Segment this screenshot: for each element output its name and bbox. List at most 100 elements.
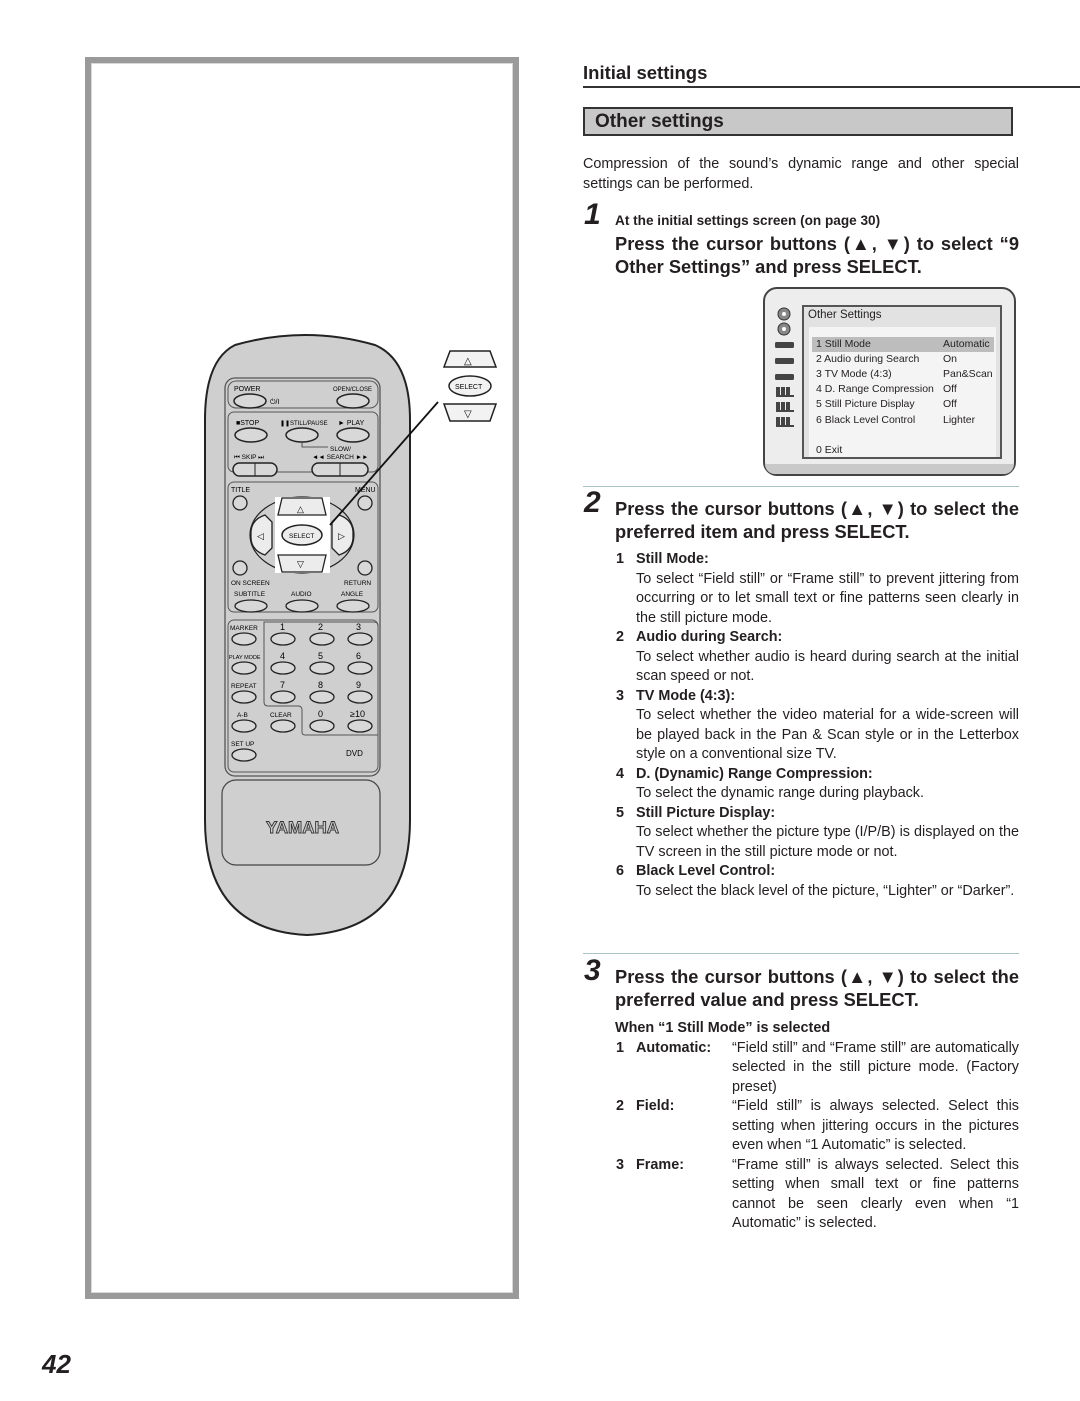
step-2-heading: Press the cursor buttons (▲, ▼) to selec… <box>615 498 1019 542</box>
on-screen-button[interactable] <box>232 560 248 576</box>
osd-row[interactable]: 4 D. Range Compression Off <box>812 382 994 397</box>
list-item: 3 Frame: “Frame still” is always selected… <box>616 1156 1019 1232</box>
digit-3-button[interactable] <box>347 632 373 646</box>
osd-row[interactable]: 3 TV Mode (4:3) Pan&Scan <box>812 367 994 382</box>
digit-9-button[interactable] <box>347 690 373 704</box>
step-1-number: 1 <box>584 198 601 231</box>
svg-text:◁: ◁ <box>257 531 264 541</box>
setup-button[interactable] <box>231 748 257 762</box>
svg-text:5: 5 <box>318 651 323 661</box>
title-label: TITLE <box>231 487 250 494</box>
open-close-label: OPEN/CLOSE <box>333 387 372 393</box>
disc-icon <box>777 307 791 321</box>
stop-button[interactable] <box>234 427 268 443</box>
clear-button[interactable] <box>270 719 296 733</box>
digit-4-button[interactable] <box>270 661 296 675</box>
page-number: 42 <box>42 1349 71 1379</box>
player-icon <box>775 342 794 348</box>
header-rule <box>583 86 1080 88</box>
brand-logo: YAMAHA <box>266 818 339 837</box>
list-item: 4 D. (Dynamic) Range Compression: To sele… <box>616 765 924 802</box>
ab-button[interactable] <box>231 719 257 733</box>
marker-label: MARKER <box>230 625 258 632</box>
osd-side-icons <box>773 305 797 440</box>
open-close-button[interactable] <box>336 393 370 409</box>
svg-text:SELECT: SELECT <box>289 533 314 540</box>
on-screen-label: ON SCREEN <box>231 580 270 587</box>
subtitle-button[interactable] <box>234 599 268 613</box>
page-title: Other settings <box>583 107 1013 136</box>
step-1-subheading: At the initial settings screen (on page … <box>615 213 881 228</box>
svg-text:≥10: ≥10 <box>350 709 365 719</box>
svg-text:6: 6 <box>356 651 361 661</box>
dvd-label: DVD <box>346 749 363 758</box>
still-pause-button[interactable] <box>285 427 319 443</box>
osd-exit[interactable]: 0 Exit <box>812 443 994 458</box>
digit-6-button[interactable] <box>347 661 373 675</box>
menu-button[interactable] <box>357 495 373 511</box>
return-label: RETURN <box>344 580 371 587</box>
list-item: 2 Field: “Field still” is always selected… <box>616 1098 1019 1153</box>
power-label: POWER <box>234 386 260 393</box>
digit-0-button[interactable] <box>309 719 335 733</box>
still-mode-values: When “1 Still Mode” is selected 1 Automat… <box>615 1019 1019 1234</box>
list-item: 2 Audio during Search: To select whether … <box>616 629 1019 684</box>
search-label: ◄◄ SEARCH ►► <box>312 454 368 461</box>
stop-label: ■STOP <box>236 420 259 427</box>
player-icon <box>775 374 794 380</box>
digit-5-button[interactable] <box>309 661 335 675</box>
speakers-icon <box>776 417 794 427</box>
clear-label: CLEAR <box>270 712 292 719</box>
digit-1-button[interactable] <box>270 632 296 646</box>
slow-label: SLOW/ <box>330 446 351 453</box>
digit-7-button[interactable] <box>270 690 296 704</box>
digit-8-button[interactable] <box>309 690 335 704</box>
play-label: ► PLAY <box>338 420 365 427</box>
ab-label: A-B <box>237 712 248 719</box>
digit-2-button[interactable] <box>309 632 335 646</box>
digit-10-button[interactable] <box>347 719 373 733</box>
list-item: 3 TV Mode (4:3): To select whether the vi… <box>616 687 1019 763</box>
audio-label: AUDIO <box>291 591 312 598</box>
play-mode-label: PLAY MODE <box>229 655 261 661</box>
repeat-button[interactable] <box>231 690 257 704</box>
power-button[interactable] <box>233 393 267 409</box>
svg-text:3: 3 <box>356 622 361 632</box>
osd-row[interactable]: 6 Black Level Control Lighter <box>812 413 994 428</box>
values-heading: When “1 Still Mode” is selected <box>615 1020 831 1036</box>
subtitle-label: SUBTITLE <box>234 591 266 598</box>
svg-text:2: 2 <box>318 622 323 632</box>
svg-text:0: 0 <box>318 709 323 719</box>
svg-text:4: 4 <box>280 651 285 661</box>
svg-text:▽: ▽ <box>464 409 472 420</box>
osd-row[interactable]: 2 Audio during Search On <box>812 352 994 367</box>
svg-text:1: 1 <box>280 622 285 632</box>
osd-row[interactable]: 5 Still Picture Display Off <box>812 397 994 412</box>
svg-text:7: 7 <box>280 680 285 690</box>
audio-button[interactable] <box>285 599 319 613</box>
power-symbol: ⏻/I <box>270 398 279 406</box>
svg-text:SELECT: SELECT <box>455 384 483 391</box>
svg-text:9: 9 <box>356 680 361 690</box>
svg-text:▷: ▷ <box>338 531 345 541</box>
step-2-number: 2 <box>584 486 601 519</box>
angle-button[interactable] <box>336 599 370 613</box>
play-mode-button[interactable] <box>231 661 257 675</box>
settings-item-list: 1 Still Mode: To select “Field still” or … <box>615 550 1019 901</box>
return-button[interactable] <box>357 560 373 576</box>
step-3-heading: Press the cursor buttons (▲, ▼) to selec… <box>615 966 1019 1010</box>
still-pause-label: ❚❚STILL/PAUSE <box>280 420 328 427</box>
intro-text: Compression of the sound’s dynamic range… <box>583 156 1019 192</box>
angle-label: ANGLE <box>341 591 364 598</box>
osd-screen: Other Settings 1 Still Mode Automatic 2 A… <box>763 287 1016 476</box>
speakers-icon <box>776 402 794 412</box>
title-button[interactable] <box>232 495 248 511</box>
step-divider <box>583 953 1019 954</box>
marker-button[interactable] <box>231 632 257 646</box>
skip-label: ⏮ SKIP ⏭ <box>234 454 264 461</box>
osd-row[interactable]: 1 Still Mode Automatic <box>812 337 994 352</box>
setup-label: SET UP <box>231 741 254 748</box>
speakers-icon <box>776 387 794 397</box>
list-item: 1 Automatic: “Field still” and “Frame sti… <box>616 1039 1019 1095</box>
play-button[interactable] <box>336 427 370 443</box>
